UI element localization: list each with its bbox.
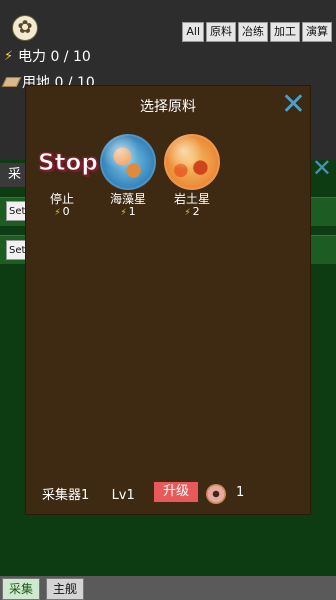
tab-collect[interactable]: 采集: [2, 578, 41, 600]
land-icon: [1, 77, 22, 87]
donut-count: 1: [236, 485, 245, 500]
power-status: ⚡ 电力 0 / 10: [4, 46, 91, 66]
filter-all[interactable]: All: [182, 22, 204, 42]
blue-planet-icon[interactable]: [100, 134, 156, 190]
power-label: 电力 0 / 10: [18, 49, 91, 65]
set-button[interactable]: Set: [6, 201, 28, 221]
lightning-icon: ⚡: [54, 208, 61, 218]
lightning-icon: ⚡: [120, 208, 127, 218]
panel-close-icon[interactable]: ✕: [312, 156, 332, 180]
upgrade-button[interactable]: 升级: [154, 482, 199, 502]
option-cost: ⚡ 2: [184, 205, 200, 218]
lightning-icon: ⚡: [184, 208, 191, 218]
orange-planet-icon[interactable]: [164, 134, 220, 190]
panel-tab-label: 采: [0, 163, 28, 187]
stop-option-logo[interactable]: Stop: [38, 150, 99, 177]
tab-mothership[interactable]: 主舰: [46, 578, 85, 600]
collector-level: Lv1: [111, 488, 135, 503]
filter-compute[interactable]: 演算: [302, 22, 332, 42]
select-material-dialog: 选择原料 ✕ Stop 停止 ⚡ 0 海藻星 ⚡ 1 岩土星 ⚡ 2 采集器1 Lv1…: [26, 86, 310, 514]
set-button[interactable]: Set: [6, 240, 28, 260]
gear-icon: ✿: [17, 17, 33, 38]
collector-name: 采集器1: [42, 488, 90, 503]
filter-smelt[interactable]: 冶练: [238, 22, 268, 42]
filter-process[interactable]: 加工: [270, 22, 300, 42]
option-cost: ⚡ 1: [120, 205, 136, 218]
lightning-icon: ⚡: [4, 48, 14, 64]
filter-raw[interactable]: 原料: [206, 22, 236, 42]
category-filter-bar: All 原料 冶练 加工 演算: [182, 22, 332, 42]
donut-icon: [206, 484, 226, 504]
settings-gear-button[interactable]: ✿: [12, 15, 38, 41]
close-icon[interactable]: ✕: [281, 90, 306, 120]
option-cost: ⚡ 0: [54, 205, 70, 218]
collector-info: 采集器1 Lv1: [42, 484, 135, 503]
dialog-title: 选择原料: [140, 99, 196, 115]
